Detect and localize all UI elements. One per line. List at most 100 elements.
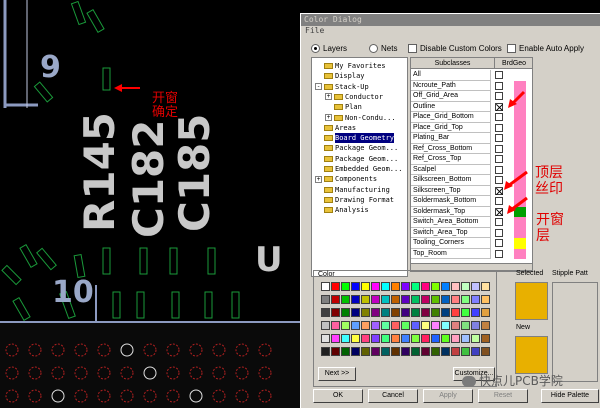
palette-swatch[interactable] — [391, 347, 400, 356]
subclass-row[interactable]: Silkscreen_Bottom — [411, 175, 532, 186]
tree-node[interactable]: + Non-Condu... — [325, 113, 396, 123]
palette-swatch[interactable] — [331, 334, 340, 343]
palette-swatch[interactable] — [331, 321, 340, 330]
palette-swatch[interactable] — [381, 282, 390, 291]
subclass-color-swatch[interactable] — [514, 164, 526, 175]
tree-node[interactable]: My Favorites — [315, 61, 386, 71]
enable-auto-apply-box[interactable] — [507, 43, 516, 53]
palette-swatch[interactable] — [391, 308, 400, 317]
subclass-row[interactable]: All — [411, 70, 532, 81]
palette-swatch[interactable] — [471, 282, 480, 291]
palette-swatch[interactable] — [451, 347, 460, 356]
subclass-color-swatch[interactable] — [514, 101, 526, 112]
subclass-row[interactable]: Ref_Cross_Top — [411, 154, 532, 165]
palette-swatch[interactable] — [361, 321, 370, 330]
palette-swatch[interactable] — [341, 282, 350, 291]
palette-swatch[interactable] — [361, 295, 370, 304]
subclass-visibility-checkbox[interactable] — [495, 92, 503, 100]
palette-swatch[interactable] — [411, 308, 420, 317]
palette-swatch[interactable] — [351, 295, 360, 304]
subclass-visibility-checkbox[interactable] — [495, 81, 503, 90]
subclass-color-swatch[interactable] — [514, 196, 526, 207]
subclass-visibility-checkbox[interactable] — [495, 71, 503, 79]
subclass-visibility-checkbox[interactable] — [495, 207, 503, 216]
palette-swatch[interactable] — [421, 295, 430, 304]
subclass-row[interactable]: Soldermask_Bottom — [411, 196, 532, 207]
subclass-row[interactable]: Soldermask_Top — [411, 206, 532, 217]
palette-swatch[interactable] — [371, 308, 380, 317]
subclass-color-swatch[interactable] — [514, 122, 526, 133]
palette-swatch[interactable] — [421, 334, 430, 343]
layers-radio[interactable]: Layers — [311, 41, 347, 55]
palette-swatch[interactable] — [451, 295, 460, 304]
subclass-visibility-checkbox[interactable] — [495, 113, 503, 121]
palette-swatch[interactable] — [431, 334, 440, 343]
subclass-color-swatch[interactable] — [514, 154, 526, 165]
subclass-row[interactable]: Off_Grid_Area — [411, 91, 532, 102]
palette-swatch[interactable] — [401, 295, 410, 304]
subclass-row[interactable]: Outline — [411, 101, 532, 112]
subclass-color-swatch[interactable] — [514, 206, 526, 217]
subclass-color-swatch[interactable] — [514, 91, 526, 102]
subclass-color-swatch[interactable] — [514, 133, 526, 144]
subclass-visibility-checkbox[interactable] — [495, 239, 503, 247]
palette-swatch[interactable] — [381, 334, 390, 343]
subclass-row[interactable]: Silkscreen_Top — [411, 185, 532, 196]
palette-swatch[interactable] — [441, 334, 450, 343]
palette-swatch[interactable] — [391, 321, 400, 330]
subclass-grid[interactable]: Subclasses BrdGeo All Ncroute_Path Off_Gri… — [410, 57, 533, 272]
palette-swatch[interactable] — [421, 308, 430, 317]
palette-swatch[interactable] — [331, 308, 340, 317]
color-palette[interactable] — [321, 282, 491, 360]
palette-swatch[interactable] — [471, 308, 480, 317]
subclass-color-swatch[interactable] — [514, 217, 526, 228]
expand-toggle-icon[interactable]: + — [325, 114, 332, 121]
expand-toggle-icon[interactable]: + — [315, 175, 322, 183]
palette-swatch[interactable] — [431, 347, 440, 356]
palette-swatch[interactable] — [451, 334, 460, 343]
palette-swatch[interactable] — [351, 321, 360, 330]
tree-node[interactable]: - Stack-Up — [315, 82, 369, 92]
palette-swatch[interactable] — [461, 282, 470, 291]
palette-swatch[interactable] — [321, 295, 330, 304]
palette-swatch[interactable] — [441, 321, 450, 330]
palette-swatch[interactable] — [441, 347, 450, 356]
palette-swatch[interactable] — [401, 308, 410, 317]
palette-swatch[interactable] — [481, 295, 490, 304]
subclass-color-swatch[interactable] — [514, 112, 526, 123]
palette-swatch[interactable] — [411, 347, 420, 356]
palette-swatch[interactable] — [341, 308, 350, 317]
palette-swatch[interactable] — [481, 347, 490, 356]
palette-swatch[interactable] — [321, 308, 330, 317]
stipple-pattern-area[interactable] — [552, 282, 598, 382]
palette-swatch[interactable] — [461, 308, 470, 317]
expand-toggle-icon[interactable]: + — [325, 93, 332, 101]
palette-swatch[interactable] — [431, 295, 440, 304]
palette-swatch[interactable] — [401, 321, 410, 330]
subclass-row[interactable]: Plating_Bar — [411, 133, 532, 144]
palette-swatch[interactable] — [371, 347, 380, 356]
tree-node[interactable]: Board Geometry — [315, 133, 395, 144]
palette-swatch[interactable] — [351, 308, 360, 317]
subclass-color-swatch[interactable] — [514, 175, 526, 186]
palette-swatch[interactable] — [481, 321, 490, 330]
palette-swatch[interactable] — [361, 282, 370, 291]
layers-radio-dot[interactable] — [311, 43, 320, 53]
palette-swatch[interactable] — [381, 321, 390, 330]
tree-node[interactable]: Package Geom... — [315, 143, 398, 153]
palette-swatch[interactable] — [411, 321, 420, 330]
palette-swatch[interactable] — [451, 308, 460, 317]
subclass-row[interactable]: Ncroute_Path — [411, 80, 532, 91]
dialog-title[interactable]: Color Dialog — [301, 14, 600, 26]
palette-swatch[interactable] — [331, 295, 340, 304]
tree-node[interactable]: Plan — [325, 102, 362, 112]
subclass-color-swatch[interactable] — [514, 227, 526, 238]
subclass-row[interactable]: Switch_Area_Bottom — [411, 217, 532, 228]
tree-node[interactable]: Embedded Geom... — [315, 164, 402, 174]
palette-swatch[interactable] — [461, 334, 470, 343]
palette-swatch[interactable] — [411, 295, 420, 304]
subclass-visibility-checkbox[interactable] — [495, 176, 503, 184]
tree-node[interactable]: Package Geom... — [315, 154, 398, 164]
subclass-row[interactable]: Tooling_Corners — [411, 238, 532, 249]
palette-swatch[interactable] — [341, 295, 350, 304]
